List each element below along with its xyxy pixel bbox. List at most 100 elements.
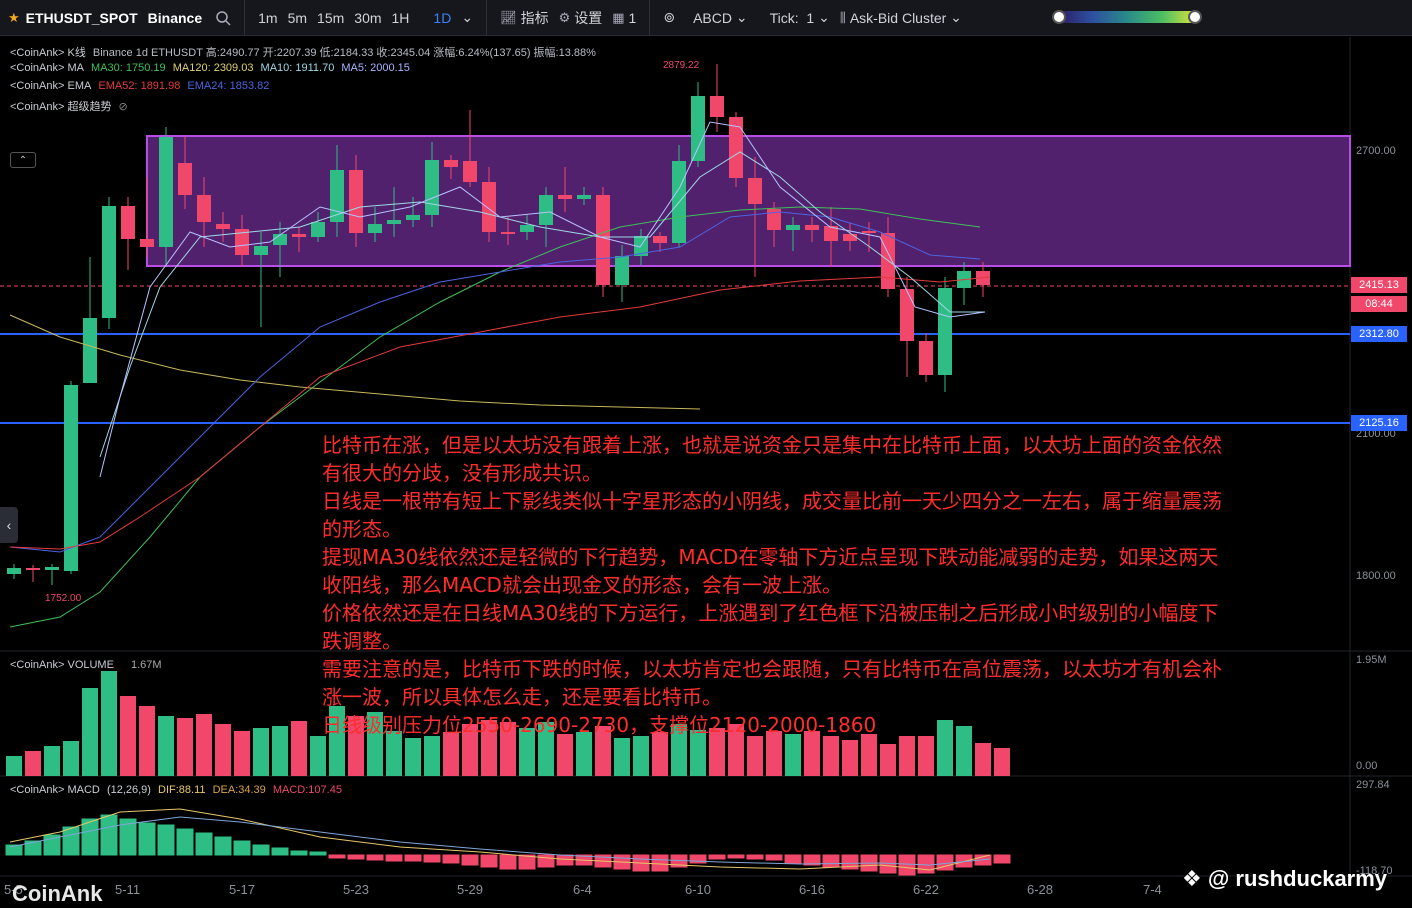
favorite-star-icon[interactable]: ★ xyxy=(8,10,20,26)
layout-count: 1 xyxy=(628,9,637,26)
macd-legend: <CoinAnk> MACD (12,26,9) DIF:88.11 DEA:3… xyxy=(10,784,346,796)
volume-bar xyxy=(823,736,839,776)
volume-bar xyxy=(158,716,174,776)
drawing-tool-label: ABCD xyxy=(693,9,732,26)
collapse-legend-button[interactable]: ⌃ xyxy=(10,152,36,168)
volume-bar xyxy=(899,736,915,776)
ema-legend-prefix: <CoinAnk> EMA xyxy=(10,80,92,92)
indicators-button[interactable]: 📈︎ 指标 xyxy=(495,0,554,35)
macd-histogram-bar xyxy=(746,854,764,860)
macd-histogram-bar xyxy=(784,854,802,864)
timeframe-dropdown-chevron-icon[interactable]: ⌄ xyxy=(456,0,478,35)
symbol-name[interactable]: ETHUSDT_SPOT xyxy=(26,10,138,26)
timeframe-15m[interactable]: 15m xyxy=(312,0,349,35)
volume-bar xyxy=(975,743,991,776)
macd-dif: DIF:88.11 xyxy=(158,784,206,796)
date-label: 5-17 xyxy=(229,882,256,897)
annotation-line: 的形态。 xyxy=(322,517,402,541)
analysis-annotation: 比特币在涨，但是以太坊没有跟着上涨，也就是说资金只是集中在比特币上面，以太坊上面… xyxy=(322,431,1272,739)
drawing-tool-select[interactable]: ABCD ⌄ xyxy=(688,0,753,35)
date-label: 6-28 xyxy=(1027,882,1054,897)
volume-bar xyxy=(747,736,763,776)
macd-histogram-bar xyxy=(727,854,745,859)
candle-body xyxy=(197,195,211,222)
macd-value: MACD:107.45 xyxy=(272,784,342,796)
volume-bar xyxy=(291,721,307,776)
volume-bar xyxy=(6,756,22,776)
macd-histogram-bar xyxy=(651,854,669,872)
level-line-label-1[interactable]: 2312.80 xyxy=(1351,326,1407,342)
candle-body xyxy=(463,161,477,182)
annotation-line: 比特币在涨，但是以太坊没有跟着上涨，也就是说资金只是集中在比特币上面，以太坊上面… xyxy=(322,433,1222,457)
indicators-label: 指标 xyxy=(520,9,549,26)
timeframe-1h[interactable]: 1H xyxy=(387,0,415,35)
macd-histogram-bar xyxy=(233,840,251,856)
macd-histogram-bar xyxy=(195,832,213,856)
level-line-label-2[interactable]: 2125.16 xyxy=(1351,415,1407,431)
macd-histogram-bar xyxy=(404,854,422,862)
low-marker: 1752.00 xyxy=(45,593,82,604)
candle-body xyxy=(596,195,610,285)
kline-legend-values: Binance 1d ETHUSDT 高:2490.77 开:2207.39 低… xyxy=(92,47,596,59)
timeframe-1d[interactable]: 1D xyxy=(428,0,456,35)
timeframe-30m[interactable]: 30m xyxy=(349,0,386,35)
search-icon[interactable] xyxy=(210,0,236,35)
volume-bar xyxy=(405,738,421,776)
slider-left-handle[interactable] xyxy=(1052,10,1066,24)
chart-area[interactable]: <CoinAnk> K线 Binance 1d ETHUSDT 高:2490.7… xyxy=(0,37,1412,908)
tick-select[interactable]: Tick: 1 ⌄ xyxy=(765,0,835,35)
cluster-select[interactable]: ⫼ Ask-Bid Cluster ⌄ xyxy=(835,0,967,35)
candle-body xyxy=(311,222,325,237)
macd-histogram-bar xyxy=(423,854,441,863)
volume-bar xyxy=(196,714,212,776)
candle-body xyxy=(501,232,515,234)
layout-button[interactable]: ▦ 1 xyxy=(607,0,641,35)
annotation-line: 提现MA30线依然还是轻微的下行趋势，MACD在零轴下方近点呈现下跌动能减弱的走… xyxy=(322,545,1219,569)
candle-body xyxy=(387,220,401,224)
macd-histogram-bar xyxy=(62,826,80,856)
volume-bar xyxy=(25,751,41,776)
eye-hidden-icon[interactable]: ⊘ xyxy=(119,101,128,113)
slider-right-handle[interactable] xyxy=(1188,10,1202,24)
candle-body xyxy=(254,246,268,255)
date-label: 6-16 xyxy=(799,882,826,897)
exchange-name[interactable]: Binance xyxy=(148,10,202,26)
annotation-line: 日线是一根带有短上下影线类似十字星形态的小阴线，成交量比前一天少四分之一左右，属… xyxy=(322,489,1222,513)
volume-axis-top: 1.95M xyxy=(1356,654,1387,666)
macd-histogram-bar xyxy=(347,854,365,860)
macd-histogram-bar xyxy=(176,828,194,856)
macd-histogram-bar xyxy=(81,818,99,856)
annotation-line: 有很大的分歧，没有形成共识。 xyxy=(322,461,602,485)
drawing-tool-icon[interactable]: ⊚ xyxy=(658,0,680,35)
ema-legend: <CoinAnk> EMA EMA52: 1891.98 EMA24: 1853… xyxy=(10,80,273,92)
volume-legend-prefix: <CoinAnk> VOLUME xyxy=(10,659,114,671)
ma10-value: MA10: 1911.70 xyxy=(260,62,335,74)
heatmap-color-slider[interactable] xyxy=(1052,10,1202,24)
candle-body xyxy=(292,234,306,237)
volume-bar xyxy=(918,736,934,776)
layout-grid-icon: ▦ xyxy=(612,9,625,25)
scroll-left-chevron-icon[interactable]: ‹ xyxy=(0,507,18,543)
date-label: 6-22 xyxy=(913,882,940,897)
macd-histogram-bar xyxy=(100,814,118,856)
gear-icon: ⚙ xyxy=(558,9,571,25)
cluster-icon: ⫼ xyxy=(839,9,846,25)
settings-label: 设置 xyxy=(574,9,603,26)
ma30-value: MA30: 1750.19 xyxy=(91,62,166,74)
candle-body xyxy=(539,195,553,225)
volume-bar xyxy=(994,748,1010,776)
volume-bar xyxy=(310,736,326,776)
candle-body xyxy=(159,137,173,247)
candle-body xyxy=(919,341,933,375)
candle-body xyxy=(349,170,363,233)
macd-params: (12,26,9) xyxy=(106,784,151,796)
candle-body xyxy=(710,96,724,117)
macd-histogram-bar xyxy=(822,854,840,868)
timeframe-5m[interactable]: 5m xyxy=(283,0,312,35)
timeframe-1m[interactable]: 1m xyxy=(253,0,282,35)
settings-button[interactable]: ⚙ 设置 xyxy=(554,0,608,35)
candle-body xyxy=(615,256,629,285)
date-label: 7-4 xyxy=(1143,882,1162,897)
top-toolbar: ★ ETHUSDT_SPOT Binance 1m 5m 15m 30m 1H … xyxy=(0,0,1412,36)
macd-histogram-bar xyxy=(708,854,726,860)
